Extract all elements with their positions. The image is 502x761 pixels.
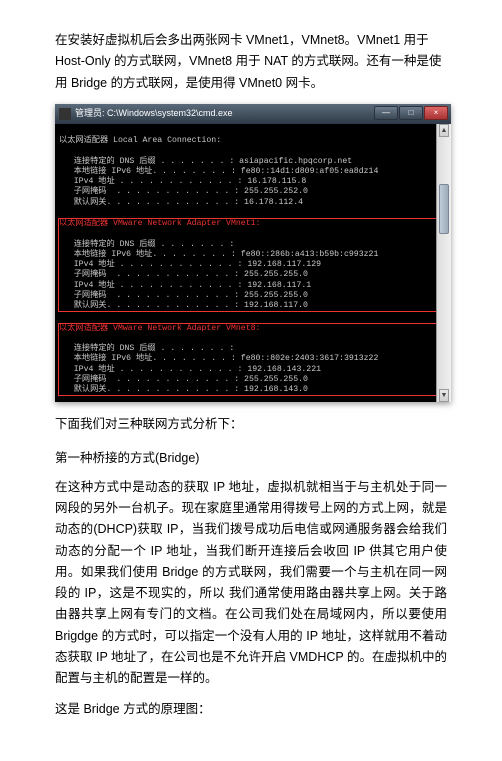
window-titlebar: 管理员: C:\Windows\system32\cmd.exe — □ ×	[55, 104, 451, 124]
bridge-image-caption: 这是 Bridge 方式的原理图：	[55, 699, 447, 720]
adapter-heading-vmnet1: 以太网适配器 VMware Network Adapter VMnet1:	[59, 219, 260, 228]
intro-paragraph: 在安装好虚拟机后会多出两张网卡 VMnet1，VMnet8。VMnet1 用于 …	[55, 30, 447, 94]
config-line: 连接特定的 DNS 后缀 . . . . . . . :	[59, 344, 234, 353]
config-line: 子网掩码 . . . . . . . . . . . . : 255.255.2…	[59, 375, 308, 384]
scroll-up-icon[interactable]: ▲	[439, 124, 449, 137]
scroll-thumb[interactable]	[439, 184, 449, 234]
maximize-button[interactable]: □	[399, 106, 423, 120]
method1-heading: 第一种桥接的方式(Bridge)	[55, 448, 447, 469]
config-line: 子网掩码 . . . . . . . . . . . . : 255.255.2…	[59, 291, 308, 300]
scroll-down-icon[interactable]: ▼	[439, 389, 449, 402]
config-line: 默认网关. . . . . . . . . . . . . : 192.168.…	[59, 301, 308, 310]
method1-body: 在这种方式中是动态的获取 IP 地址，虚拟机就相当于与主机处于同一网段的另外一台…	[55, 477, 447, 690]
adapter-block-lan: 以太网适配器 Local Area Connection: 连接特定的 DNS …	[59, 136, 447, 208]
config-line: 子网掩码 . . . . . . . . . . . . : 255.255.2…	[59, 187, 308, 196]
config-line: IPv4 地址 . . . . . . . . . . . . : 16.178…	[59, 177, 306, 186]
config-line: 本地链接 IPv6 地址. . . . . . . . : fe80::286b…	[59, 250, 378, 259]
cmd-icon	[59, 108, 71, 120]
minimize-button[interactable]: —	[374, 106, 398, 120]
config-line: 本地链接 IPv6 地址. . . . . . . . : fe80::802e…	[59, 354, 378, 363]
config-line: IPv4 地址 . . . . . . . . . . . . : 192.16…	[59, 281, 311, 290]
config-line: IPv4 地址 . . . . . . . . . . . . : 192.16…	[59, 260, 321, 269]
config-line: 连接特定的 DNS 后缀 . . . . . . . : asiapacific…	[59, 157, 352, 166]
adapter-heading-vmnet8: 以太网适配器 VMware Network Adapter VMnet8:	[59, 324, 260, 333]
cmd-window: 管理员: C:\Windows\system32\cmd.exe — □ × 以…	[55, 104, 451, 403]
scrollbar[interactable]: ▲ ▼	[436, 124, 451, 403]
adapter-block-vmnet1: 以太网适配器 VMware Network Adapter VMnet1: 连接…	[59, 219, 447, 311]
adapter-block-vmnet8: 以太网适配器 VMware Network Adapter VMnet8: 连接…	[59, 324, 447, 396]
config-line: 本地链接 IPv6 地址. . . . . . . . : fe80::14d1…	[59, 167, 378, 176]
config-line: 默认网关. . . . . . . . . . . . . : 192.168.…	[59, 385, 308, 394]
terminal-content: 以太网适配器 Local Area Connection: 连接特定的 DNS …	[55, 124, 451, 403]
close-button[interactable]: ×	[424, 106, 448, 120]
analysis-heading: 下面我们对三种联网方式分析下：	[55, 414, 447, 435]
window-title: 管理员: C:\Windows\system32\cmd.exe	[75, 106, 233, 121]
config-line: IPv4 地址 . . . . . . . . . . . . : 192.16…	[59, 365, 321, 374]
config-line: 连接特定的 DNS 后缀 . . . . . . . :	[59, 240, 234, 249]
config-line: 子网掩码 . . . . . . . . . . . . : 255.255.2…	[59, 270, 308, 279]
adapter-heading-lan: 以太网适配器 Local Area Connection:	[59, 136, 221, 145]
config-line: 默认网关. . . . . . . . . . . . . : 16.178.1…	[59, 198, 303, 207]
